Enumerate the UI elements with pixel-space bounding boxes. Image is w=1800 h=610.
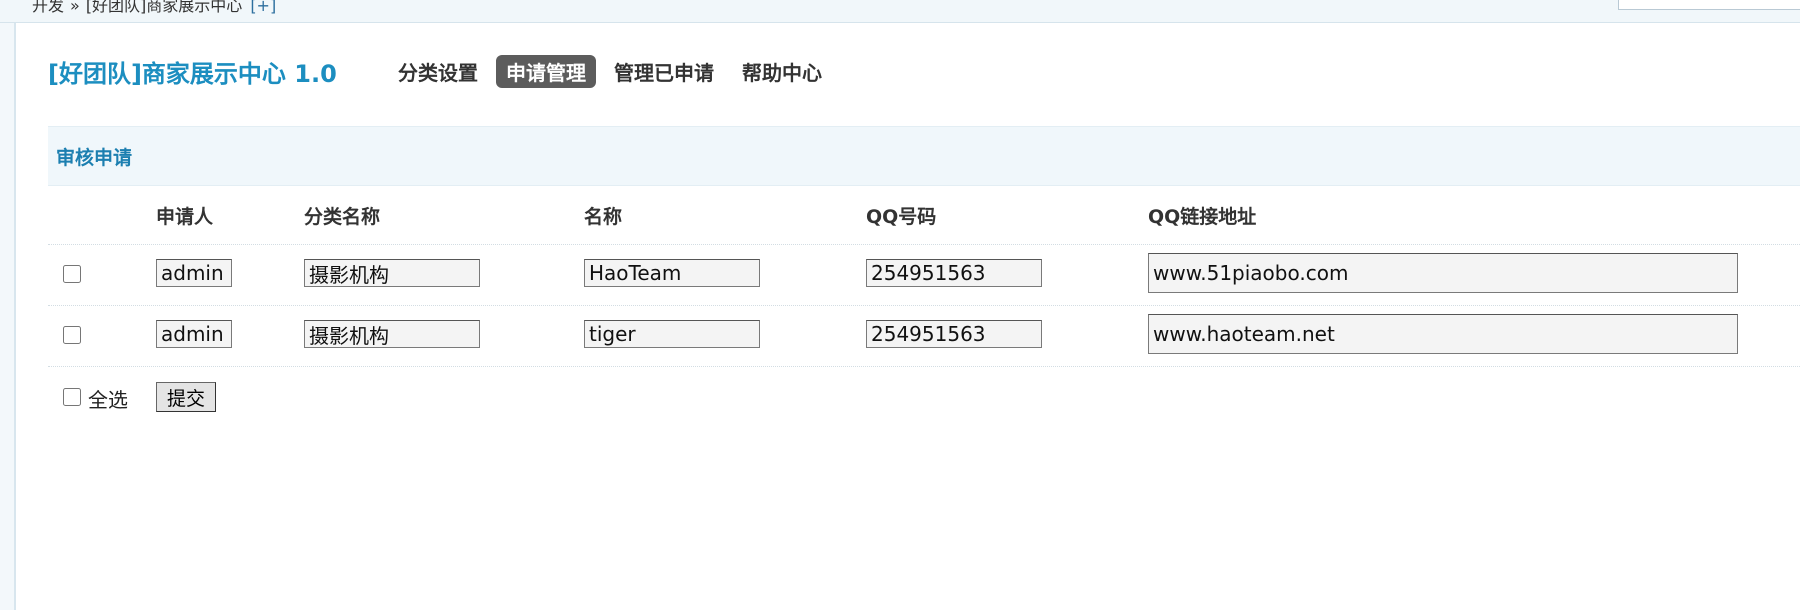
- nav-item-category-settings[interactable]: 分类设置: [388, 55, 488, 88]
- row-divider: [48, 305, 1800, 306]
- column-header-name: 名称: [584, 206, 623, 228]
- section-title: 审核申请: [56, 147, 133, 169]
- nav-item-manage-applied[interactable]: 管理已申请: [604, 55, 724, 88]
- app-title: [好团队]商家展示中心 1.0: [48, 60, 337, 88]
- top-search-input[interactable]: [1618, 0, 1800, 10]
- row-1-applicant-input[interactable]: [156, 259, 232, 287]
- row-divider: [48, 366, 1800, 367]
- left-border-strip: [0, 0, 16, 610]
- row-2-qq-url-input[interactable]: [1148, 314, 1738, 354]
- row-1-checkbox[interactable]: [63, 265, 81, 283]
- row-1-qq-url-input[interactable]: [1148, 253, 1738, 293]
- column-header-applicant: 申请人: [156, 206, 214, 228]
- row-2-name-input[interactable]: [584, 320, 760, 348]
- submit-button[interactable]: 提交: [156, 382, 216, 412]
- column-header-qq: QQ号码: [866, 206, 937, 228]
- column-header-category: 分类名称: [304, 206, 381, 228]
- breadcrumb-root[interactable]: 开发: [32, 0, 64, 15]
- breadcrumb-current[interactable]: [好团队]商家展示中心: [86, 0, 243, 15]
- row-1-qq-input[interactable]: [866, 259, 1042, 287]
- nav-item-help-center[interactable]: 帮助中心: [732, 55, 832, 88]
- breadcrumb-separator: »: [70, 0, 80, 15]
- nav-item-application-management[interactable]: 申请管理: [496, 55, 596, 88]
- row-1-category-input[interactable]: [304, 259, 480, 287]
- section-header: 审核申请: [48, 126, 1800, 186]
- breadcrumb-add-link[interactable]: [+]: [250, 0, 276, 15]
- row-2-qq-input[interactable]: [866, 320, 1042, 348]
- column-header-qq-url: QQ链接地址: [1148, 206, 1257, 228]
- row-1-name-input[interactable]: [584, 259, 760, 287]
- select-all-checkbox[interactable]: [63, 388, 81, 406]
- top-bar: 开发 » [好团队]商家展示中心 [+]: [0, 0, 1800, 23]
- select-all-label: 全选: [88, 388, 128, 412]
- breadcrumb: 开发 » [好团队]商家展示中心 [+]: [32, 0, 276, 16]
- row-divider: [48, 244, 1800, 245]
- main-nav: 分类设置 申请管理 管理已申请 帮助中心: [388, 55, 840, 88]
- row-2-applicant-input[interactable]: [156, 320, 232, 348]
- row-2-category-input[interactable]: [304, 320, 480, 348]
- row-2-checkbox[interactable]: [63, 326, 81, 344]
